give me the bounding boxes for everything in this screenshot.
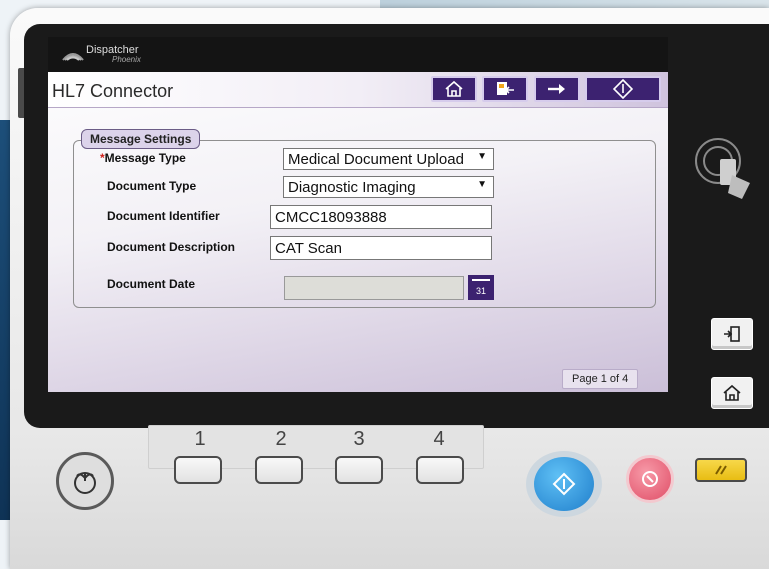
document-identifier-label: Document Identifier (107, 209, 220, 223)
stop-key[interactable] (626, 455, 674, 503)
dispatcher-logo-icon (62, 53, 84, 61)
key-3[interactable] (335, 456, 383, 484)
stop-icon (642, 471, 658, 487)
start-icon (552, 472, 576, 496)
document-description-label: Document Description (107, 240, 236, 254)
start-key-ring (526, 451, 602, 517)
access-icon (724, 326, 740, 342)
reset-key[interactable] (695, 458, 747, 482)
key-4[interactable] (416, 456, 464, 484)
power-save-icon (74, 472, 96, 494)
document-identifier-field[interactable]: CMCC18093888 (270, 205, 492, 229)
page-title: HL7 Connector (52, 81, 174, 101)
key-2[interactable] (255, 456, 303, 484)
next-button[interactable] (534, 76, 580, 102)
start-key[interactable] (534, 457, 594, 511)
document-date-field[interactable] (284, 276, 464, 300)
start-button[interactable] (585, 76, 661, 102)
nfc-tap-icon (695, 138, 750, 199)
document-description-field[interactable]: CAT Scan (270, 236, 492, 260)
document-type-label: Document Type (107, 179, 197, 193)
dropdown-arrow-icon: ▼ (477, 179, 487, 190)
key-label-4: 4 (433, 428, 445, 450)
dropdown-arrow-icon: ▼ (477, 151, 487, 162)
page-indicator: Page 1 of 4 (562, 369, 639, 389)
document-type-select[interactable]: Diagnostic Imaging ▼ (283, 176, 494, 198)
section-title: Message Settings (81, 129, 201, 149)
key-1[interactable] (174, 456, 222, 484)
top-bar: Dispatcher Phoenix (48, 37, 668, 72)
back-to-document-button[interactable] (482, 76, 528, 102)
home-icon (723, 384, 741, 401)
home-hard-key[interactable] (711, 377, 753, 409)
title-bar: HL7 Connector (48, 72, 668, 108)
start-icon (613, 79, 633, 99)
calendar-icon: 31 (475, 286, 486, 296)
key-label-2: 2 (275, 428, 287, 450)
home-icon (445, 80, 463, 97)
access-button[interactable] (711, 318, 753, 350)
message-type-label: *Message Type (100, 151, 186, 165)
back-doc-icon (497, 82, 514, 95)
home-button[interactable] (431, 76, 477, 102)
key-label-1: 1 (194, 428, 206, 450)
reset-icon (715, 465, 727, 475)
next-arrow-icon (548, 84, 565, 94)
power-button[interactable] (56, 452, 114, 510)
key-label-3: 3 (353, 428, 365, 450)
document-date-label: Document Date (107, 277, 196, 291)
message-type-select[interactable]: Medical Document Upload ▼ (283, 148, 494, 170)
brand-subtitle: Phoenix (112, 55, 141, 64)
touch-screen: Dispatcher Phoenix HL7 Connector Message… (48, 37, 668, 392)
calendar-button[interactable]: 31 (468, 275, 494, 300)
